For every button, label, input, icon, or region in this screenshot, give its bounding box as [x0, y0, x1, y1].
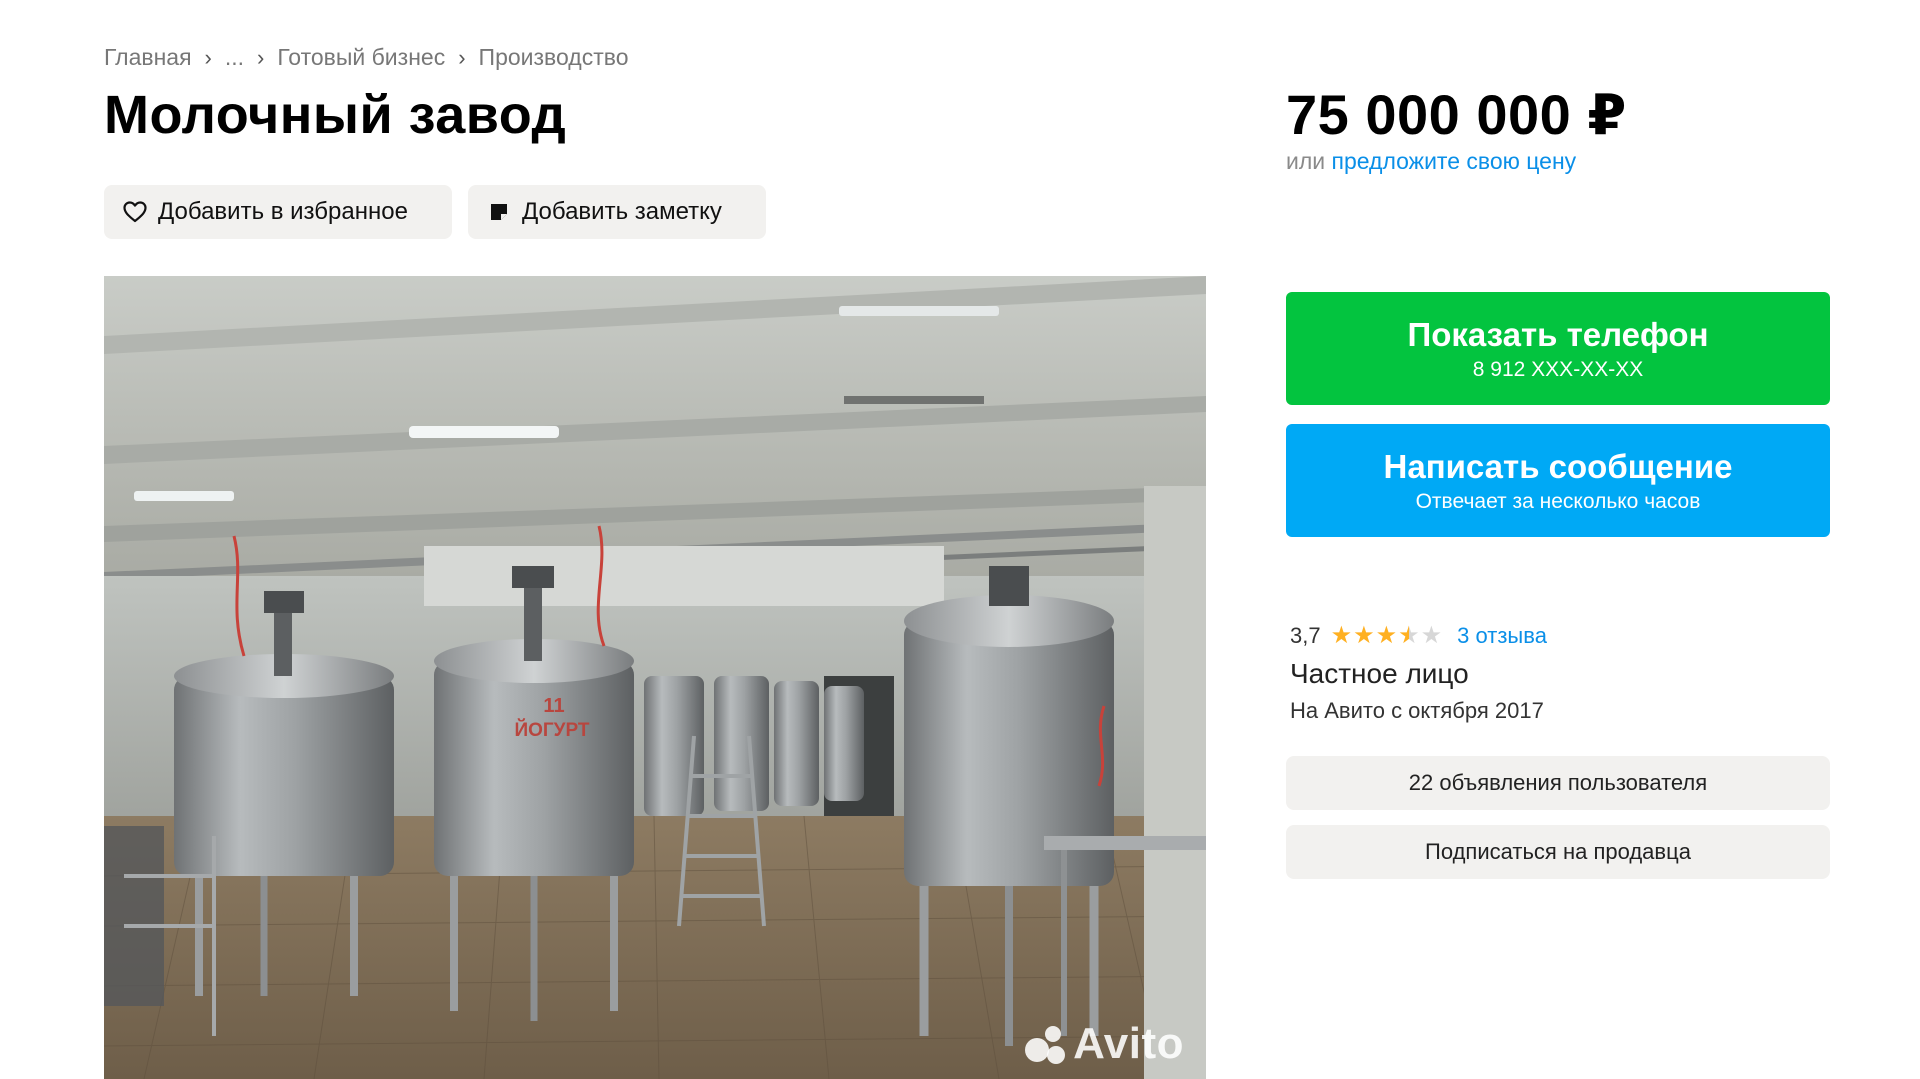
breadcrumb-ellipsis[interactable]: ... [225, 44, 244, 71]
seller-listings-button[interactable]: 22 объявления пользователя [1286, 756, 1830, 810]
tank-label-number: 11 [543, 695, 564, 717]
offer-price-link[interactable]: предложите свою цену [1332, 148, 1577, 174]
write-message-label: Написать сообщение [1383, 447, 1733, 485]
add-to-favorites-label: Добавить в избранное [158, 198, 408, 225]
breadcrumb-production[interactable]: Производство [479, 44, 629, 71]
seller-type[interactable]: Частное лицо [1290, 658, 1469, 690]
page-title: Молочный завод [104, 85, 567, 145]
show-phone-label: Показать телефон [1407, 315, 1709, 353]
add-note-label: Добавить заметку [522, 198, 722, 225]
reviews-link[interactable]: 3 отзыва [1457, 623, 1547, 649]
star-icon: ★ [1353, 622, 1375, 649]
avito-watermark-text: Avito [1073, 1019, 1184, 1068]
avito-logo-icon [1025, 1024, 1069, 1064]
note-icon [486, 199, 512, 225]
rating-score: 3,7 [1290, 623, 1321, 648]
phone-masked: 8 912 XXX-XX-XX [1472, 357, 1644, 381]
breadcrumb-ready-business[interactable]: Готовый бизнес [277, 44, 445, 71]
breadcrumb-home[interactable]: Главная [104, 44, 192, 71]
write-message-button[interactable]: Написать сообщение Отвечает за несколько… [1286, 424, 1830, 537]
seller-since: На Авито с октября 2017 [1290, 698, 1544, 723]
breadcrumb: Главная › ... › Готовый бизнес › Произво… [104, 44, 629, 71]
star-icon: ★ [1330, 622, 1353, 649]
price-offer-prefix: или [1286, 148, 1326, 174]
chevron-right-icon: › [204, 44, 212, 70]
price-offer: или предложите свою цену [1286, 148, 1576, 175]
rating-stars: ★ ★ ★ ★ ★ [1331, 624, 1444, 648]
listing-photo[interactable]: 11 ЙОГУРТ Avito [104, 276, 1206, 1079]
star-icon: ★ [1375, 622, 1398, 649]
subscribe-seller-button[interactable]: Подписаться на продавца [1286, 825, 1830, 879]
add-note-button[interactable]: Добавить заметку [468, 185, 766, 239]
price: 75 000 000 ₽ [1286, 83, 1627, 146]
response-time: Отвечает за несколько часов [1415, 489, 1701, 513]
show-phone-button[interactable]: Показать телефон 8 912 XXX-XX-XX [1286, 292, 1830, 405]
listing-page: Главная › ... › Готовый бизнес › Произво… [0, 0, 1920, 1079]
factory-photo-illustration: 11 ЙОГУРТ [104, 276, 1206, 1079]
star-half-icon: ★ [1398, 622, 1420, 649]
add-to-favorites-button[interactable]: Добавить в избранное [104, 185, 452, 239]
chevron-right-icon: › [458, 44, 466, 70]
seller-rating: 3,7 ★ ★ ★ ★ ★ 3 отзыва [1290, 623, 1547, 649]
star-empty-icon: ★ [1420, 622, 1443, 649]
chevron-right-icon: › [257, 44, 265, 70]
heart-icon [122, 199, 148, 225]
avito-watermark: Avito [1025, 1019, 1184, 1069]
tank-label-text: ЙОГУРТ [514, 719, 589, 741]
